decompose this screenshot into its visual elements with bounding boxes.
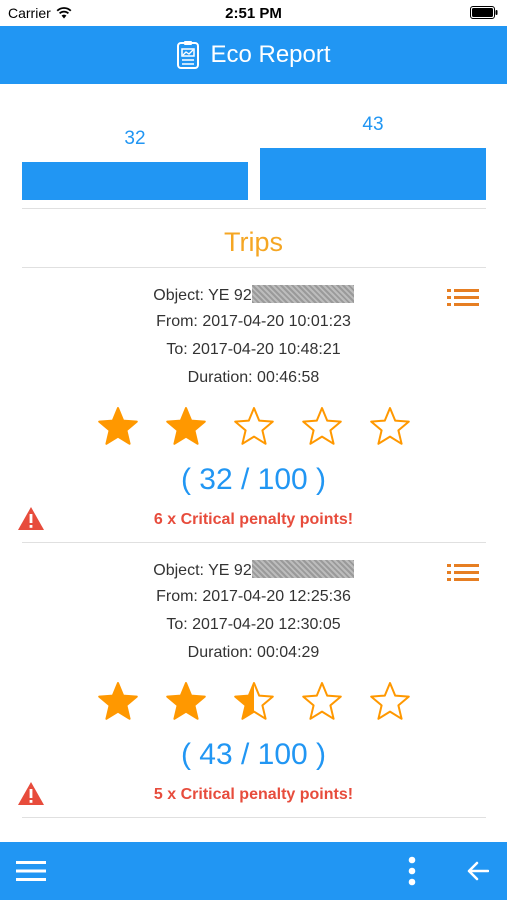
trip-penalty: 6 x Critical penalty points! — [153, 511, 354, 528]
trip-object-line: Object: YE 92 — [0, 285, 507, 305]
content-area: 32 43 Trips Object: YE 92 From: 2017-04-2… — [0, 84, 507, 842]
trips-title-divider — [22, 267, 486, 268]
star-filled-icon — [98, 682, 138, 720]
star-half-icon — [234, 682, 274, 720]
trip-divider — [22, 817, 486, 818]
star-rating — [97, 681, 411, 725]
battery-icon — [470, 6, 498, 22]
star-filled-icon — [166, 682, 206, 720]
trip-from: From: 2017-04-20 10:01:23 — [156, 313, 351, 330]
trip-duration: Duration: 00:46:58 — [187, 369, 320, 386]
trip-card: Object: YE 92 From: 2017-04-20 12:25:36 … — [0, 549, 507, 819]
trip-score: ( 43 / 100 ) — [180, 738, 327, 771]
app-header: Eco Report — [0, 26, 507, 84]
hamburger-menu-icon — [16, 861, 46, 881]
star-empty-icon — [234, 407, 274, 445]
trips-section-title: Trips — [224, 227, 283, 257]
chart-bar — [22, 162, 248, 200]
report-document-icon — [177, 41, 200, 69]
list-details-icon[interactable] — [447, 563, 479, 583]
star-empty-icon — [370, 407, 410, 445]
chart-bar-value: 43 — [362, 114, 384, 135]
trip-to: To: 2017-04-20 12:30:05 — [166, 616, 341, 633]
bottom-toolbar — [0, 842, 507, 900]
trip-object-line: Object: YE 92 — [0, 560, 507, 580]
star-empty-icon — [370, 682, 410, 720]
redacted-plate — [251, 285, 354, 303]
trip-duration: Duration: 00:04:29 — [187, 644, 320, 661]
app-title: Eco Report — [210, 41, 331, 68]
redacted-plate — [251, 560, 354, 578]
trip-card: Object: YE 92 From: 2017-04-20 10:01:23 … — [0, 274, 507, 544]
chart-bar — [260, 148, 486, 200]
chart-bar-value: 32 — [124, 128, 146, 149]
star-empty-icon — [302, 682, 342, 720]
star-filled-icon — [166, 407, 206, 445]
trip-object-label: Object: YE 92 — [153, 287, 252, 304]
trip-object-label: Object: YE 92 — [153, 562, 252, 579]
trip-to: To: 2017-04-20 10:48:21 — [166, 341, 341, 358]
trip-score: ( 32 / 100 ) — [180, 463, 327, 496]
back-arrow-icon — [467, 861, 489, 881]
trip-divider — [22, 542, 486, 543]
trip-from: From: 2017-04-20 12:25:36 — [156, 588, 351, 605]
star-filled-icon — [98, 407, 138, 445]
more-options-button[interactable] — [396, 842, 428, 900]
status-time: 2:51 PM — [225, 5, 282, 22]
more-vertical-icon — [408, 856, 416, 886]
star-rating — [97, 406, 411, 450]
status-bar: Carrier 2:51 PM — [0, 0, 507, 26]
score-bar-chart: 32 43 — [22, 84, 486, 204]
list-details-icon[interactable] — [447, 288, 479, 308]
trip-penalty: 5 x Critical penalty points! — [153, 786, 354, 803]
menu-button[interactable] — [10, 842, 52, 900]
star-empty-icon — [302, 407, 342, 445]
back-button[interactable] — [460, 842, 496, 900]
chart-divider — [22, 208, 486, 209]
